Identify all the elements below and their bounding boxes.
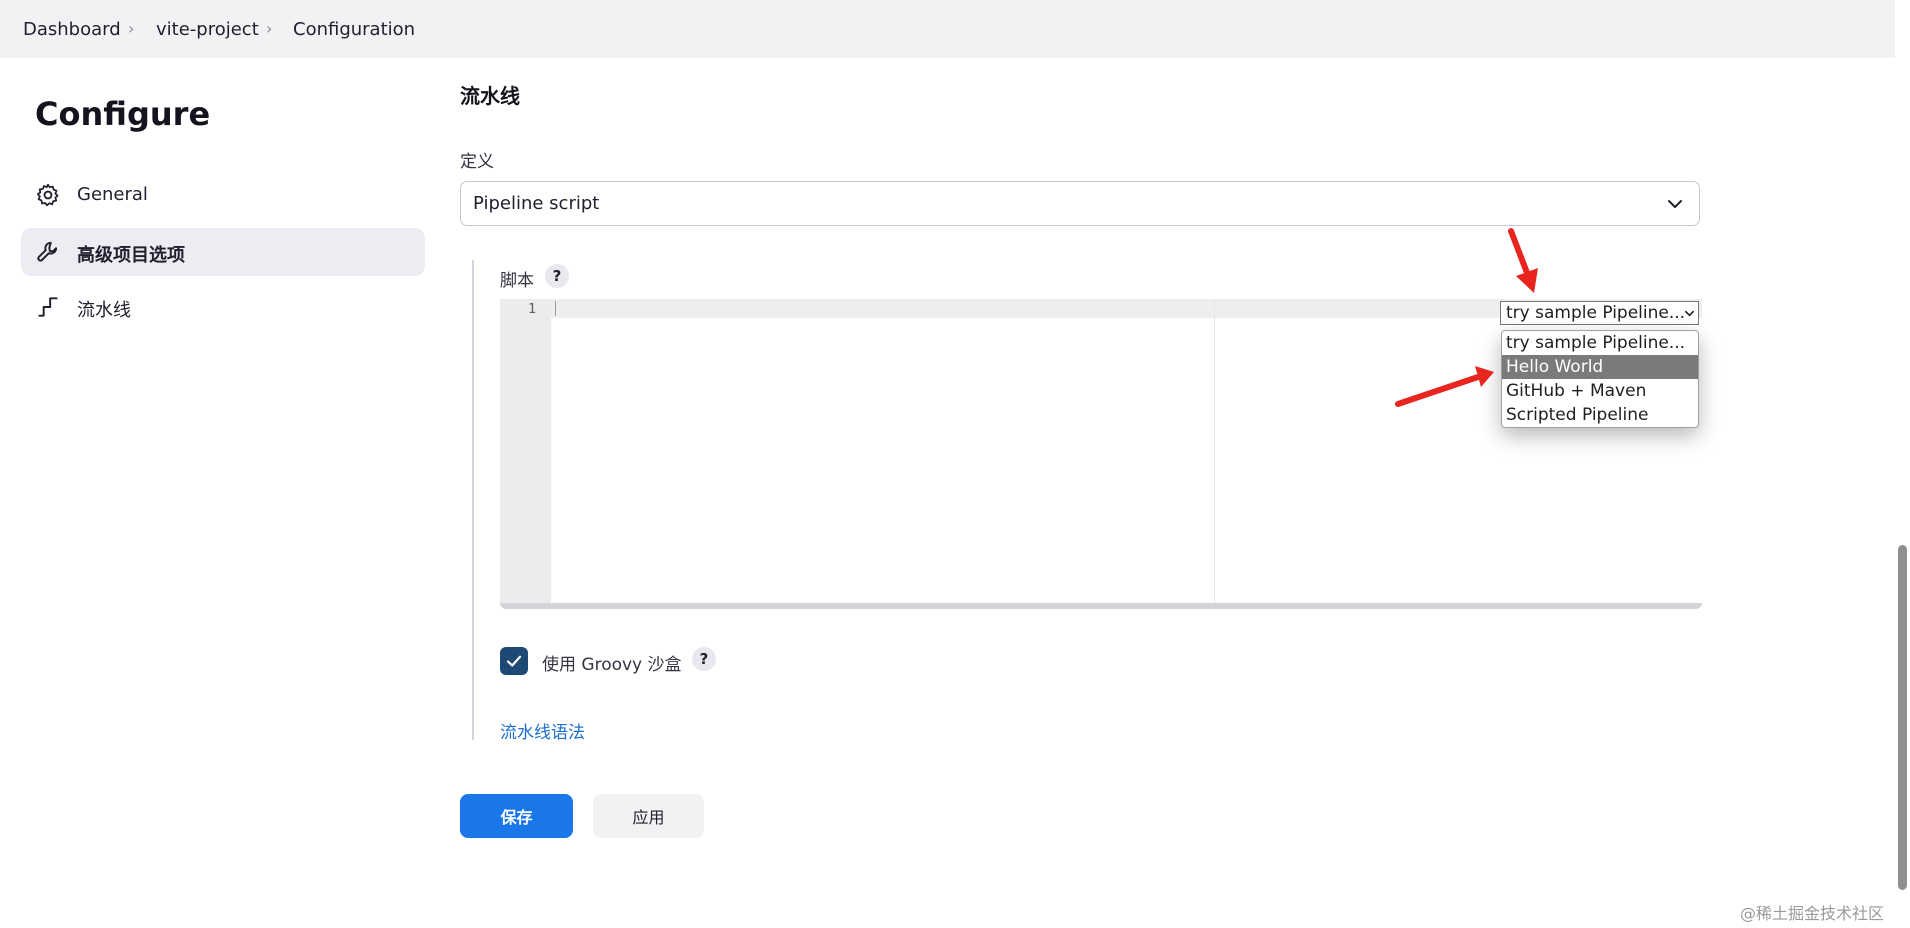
editor-gutter: 1 — [500, 299, 551, 603]
dropdown-option[interactable]: GitHub + Maven — [1502, 379, 1698, 403]
annotation-arrow — [1508, 228, 1538, 293]
breadcrumb-configuration[interactable]: Configuration — [293, 19, 415, 40]
dropdown-option[interactable]: try sample Pipeline... — [1502, 331, 1698, 355]
chevron-down-icon — [1668, 200, 1682, 208]
sandbox-help-icon[interactable]: ? — [692, 647, 716, 671]
scrollbar-thumb[interactable] — [1898, 545, 1907, 890]
nested-section-border — [472, 260, 474, 740]
breadcrumb: Dashboard › vite-project › Configuration — [0, 0, 1895, 58]
watermark: @稀土掘金技术社区 — [1740, 904, 1885, 923]
checkmark-icon — [506, 655, 522, 667]
sidebar-item-pipeline[interactable]: 流水线 — [21, 283, 425, 331]
wrench-icon — [37, 241, 58, 262]
print-margin — [1214, 299, 1215, 603]
save-button[interactable]: 保存 — [460, 794, 573, 838]
text-cursor — [555, 301, 556, 316]
definition-select[interactable]: Pipeline script — [460, 181, 1700, 226]
dropdown-option-hello-world[interactable]: Hello World — [1502, 355, 1698, 379]
definition-value: Pipeline script — [473, 193, 600, 214]
groovy-sandbox-checkbox[interactable] — [500, 647, 528, 675]
groovy-sandbox-label: 使用 Groovy 沙盒 — [542, 655, 682, 675]
section-title: 流水线 — [460, 84, 520, 108]
sidebar-item-general[interactable]: General — [21, 171, 425, 219]
line-number: 1 — [528, 302, 536, 317]
sample-pipeline-selected: try sample Pipeline... — [1506, 303, 1686, 323]
sidebar-item-label: General — [77, 184, 148, 205]
breadcrumb-dashboard[interactable]: Dashboard — [23, 19, 121, 40]
pipeline-icon — [38, 297, 58, 317]
page-title: Configure — [35, 95, 211, 133]
footer-link[interactable] — [1440, 918, 1585, 928]
chevron-right-icon: › — [266, 19, 273, 38]
sidebar-item-label: 高级项目选项 — [77, 245, 185, 266]
breadcrumb-vite-project[interactable]: vite-project — [156, 19, 259, 40]
apply-button[interactable]: 应用 — [593, 794, 704, 838]
chevron-down-icon — [1685, 310, 1694, 317]
dropdown-option[interactable]: Scripted Pipeline — [1502, 403, 1698, 427]
sample-pipeline-select[interactable]: try sample Pipeline... — [1500, 301, 1699, 325]
gear-icon — [36, 183, 59, 207]
definition-label: 定义 — [460, 152, 494, 172]
script-help-icon[interactable]: ? — [545, 264, 569, 288]
sidebar-item-label: 流水线 — [77, 300, 131, 321]
pipeline-syntax-link[interactable]: 流水线语法 — [500, 718, 585, 743]
chevron-right-icon: › — [128, 19, 135, 38]
sidebar-item-advanced-options[interactable]: 高级项目选项 — [21, 228, 425, 276]
sample-pipeline-dropdown: try sample Pipeline... Hello World GitHu… — [1501, 330, 1699, 428]
script-label: 脚本 — [500, 271, 534, 291]
